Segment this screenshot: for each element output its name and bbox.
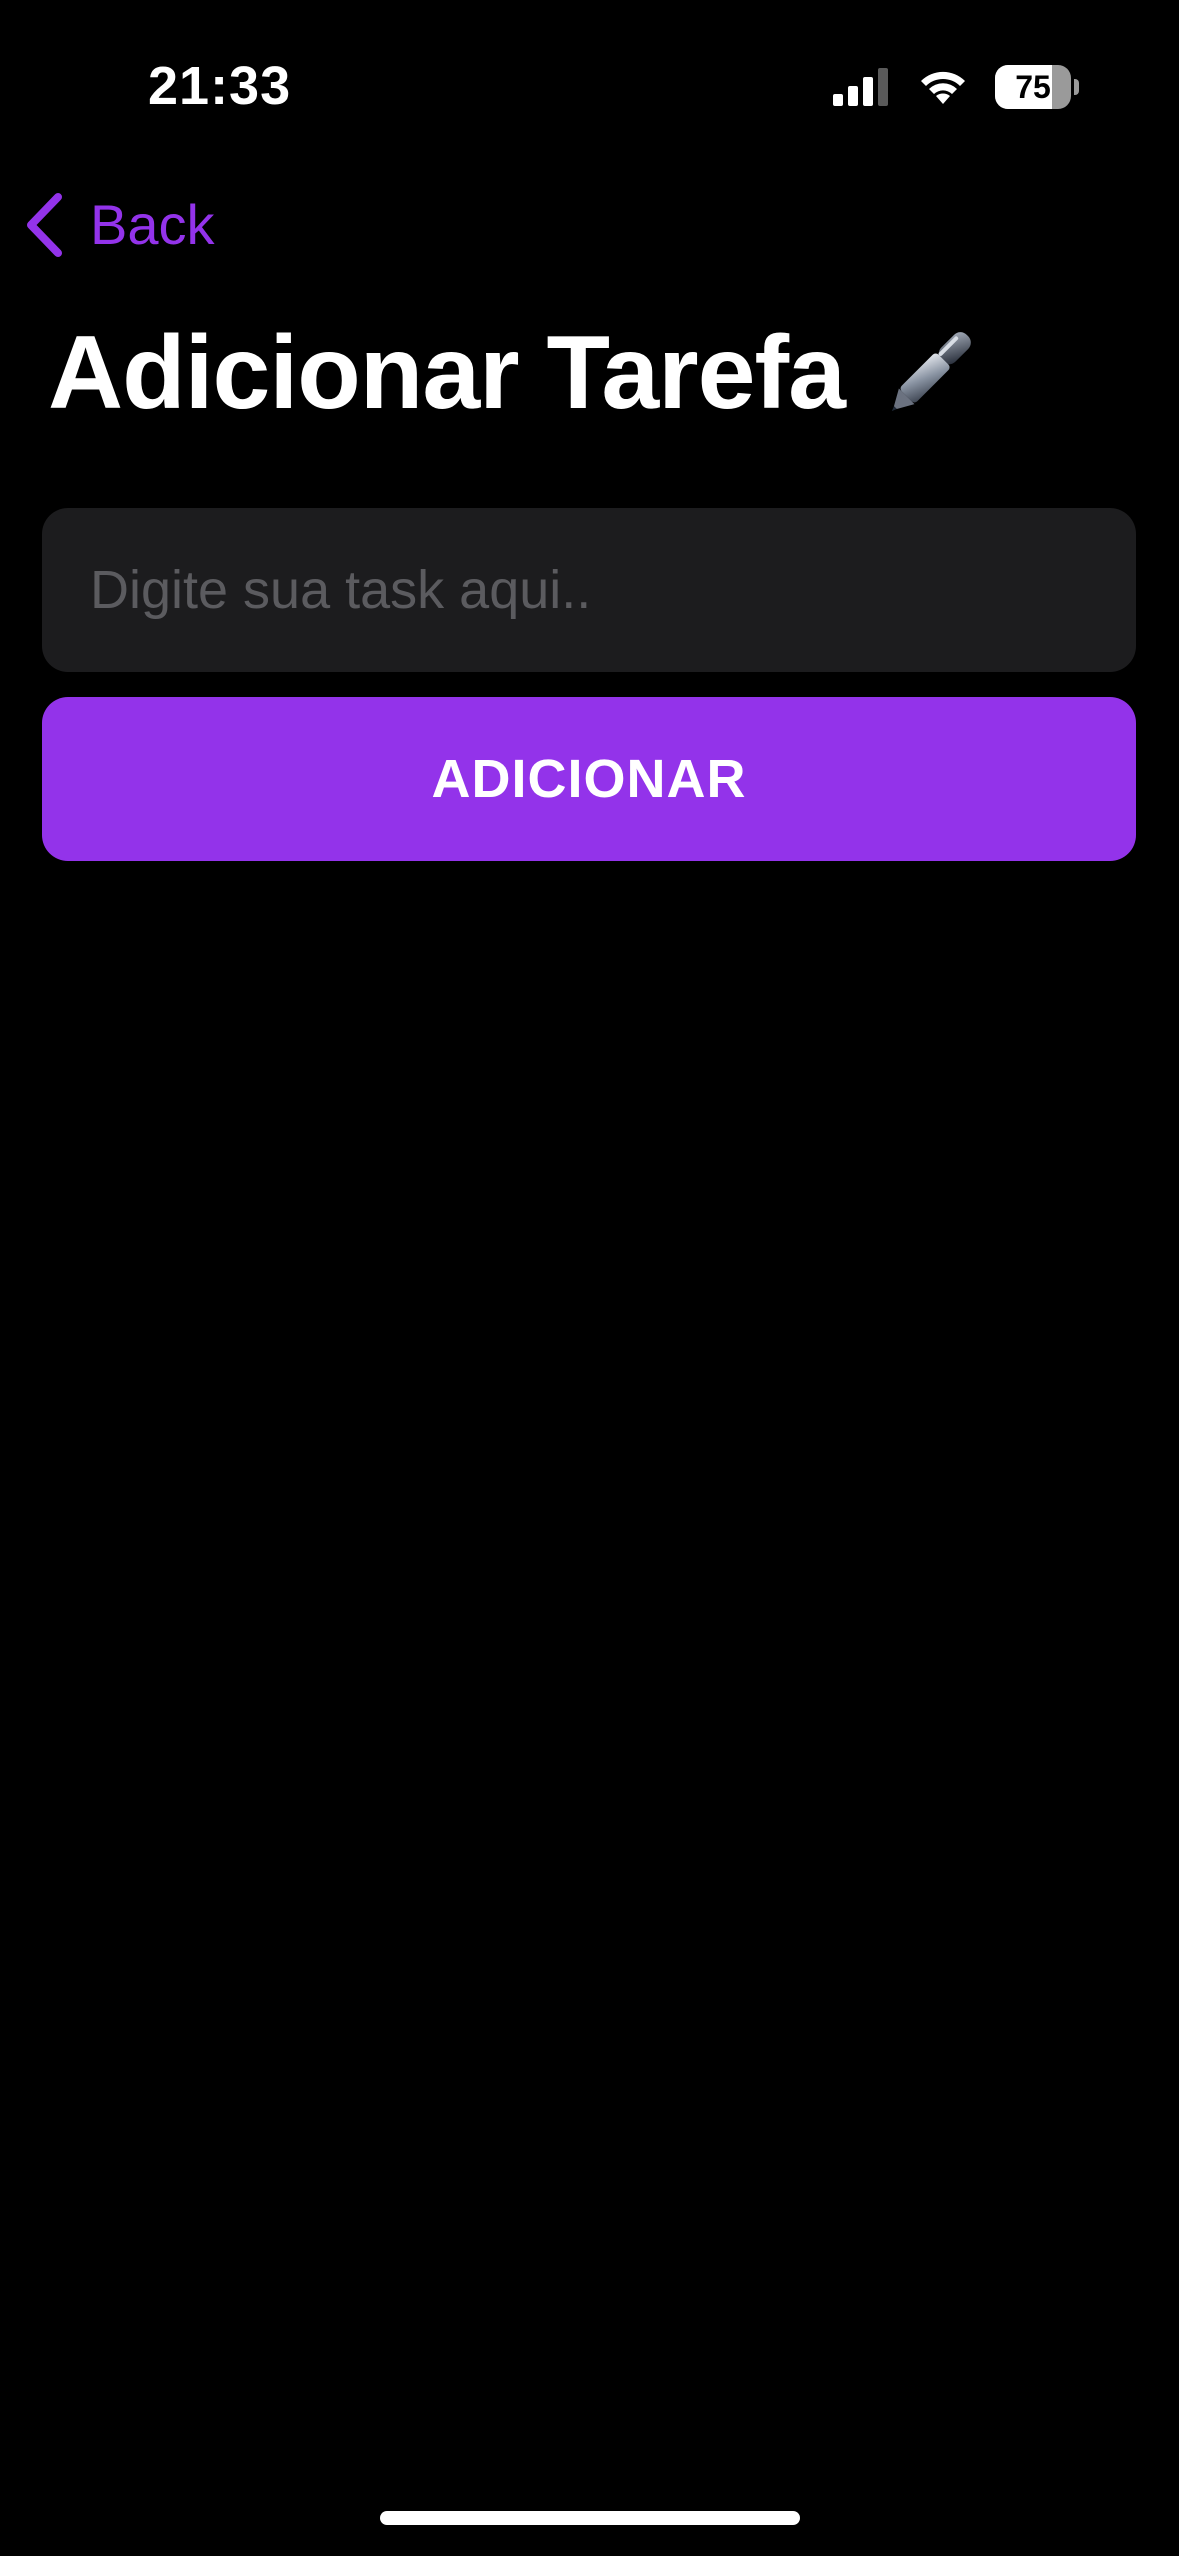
status-time: 21:33 bbox=[148, 56, 292, 116]
battery-level: 75 bbox=[1015, 69, 1051, 105]
page-title-text: Adicionar Tarefa bbox=[48, 315, 846, 431]
pen-icon bbox=[875, 318, 985, 428]
battery-icon: 75 bbox=[995, 65, 1079, 109]
home-indicator[interactable] bbox=[380, 2511, 800, 2525]
status-bar: 21:33 75 bbox=[0, 0, 1179, 150]
back-label: Back bbox=[90, 193, 215, 256]
add-task-button[interactable]: ADICIONAR bbox=[42, 697, 1136, 861]
back-button[interactable]: Back bbox=[24, 185, 215, 265]
status-icons: 75 bbox=[833, 62, 1079, 112]
page-title: Adicionar Tarefa bbox=[48, 318, 985, 428]
signal-icon bbox=[833, 68, 891, 106]
chevron-left-icon bbox=[24, 192, 64, 258]
task-input[interactable] bbox=[42, 508, 1136, 672]
wifi-icon bbox=[917, 68, 969, 106]
